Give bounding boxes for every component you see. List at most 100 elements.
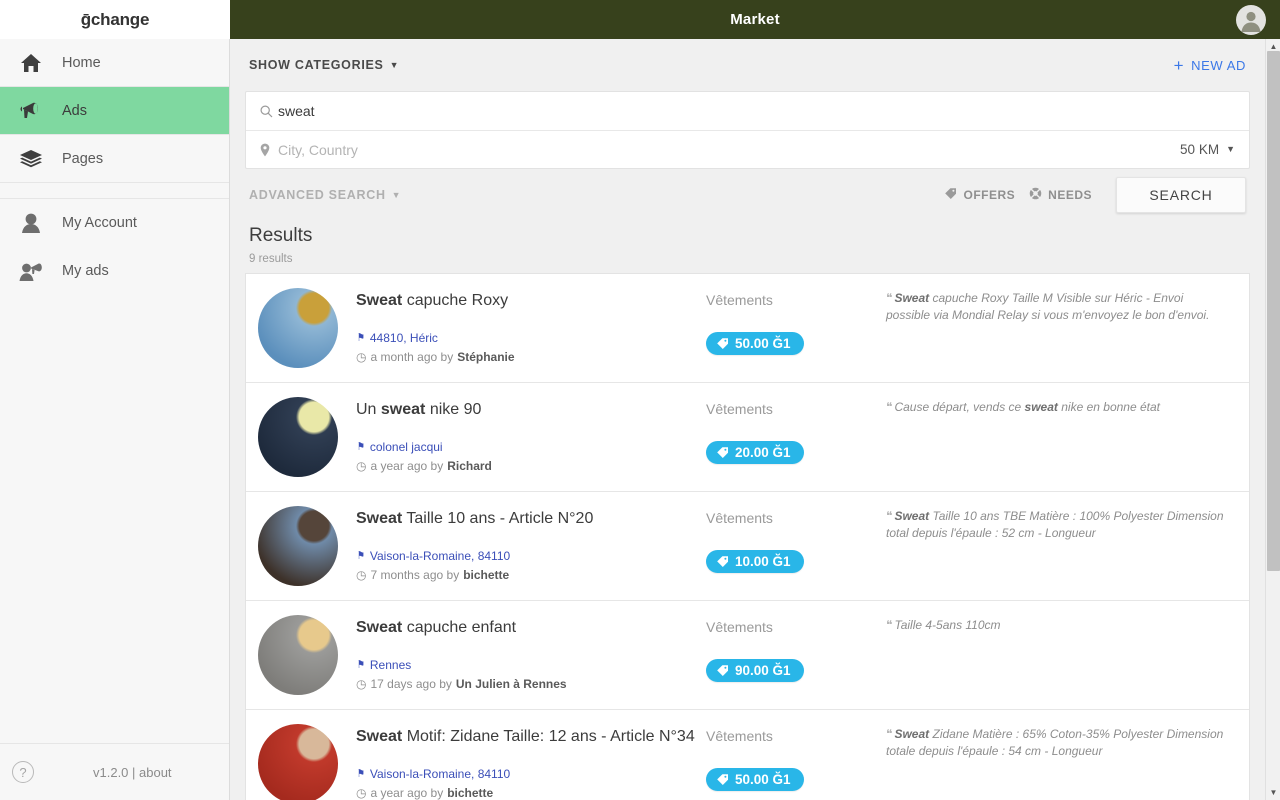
sidebar-item-label: My Account (62, 215, 137, 231)
result-location[interactable]: ⚑ Vaison-la-Romaine, 84110 (356, 547, 706, 566)
result-location[interactable]: ⚑ 44810, Héric (356, 329, 706, 348)
radius-selector[interactable]: 50 KM ▼ (1180, 142, 1235, 157)
result-description: ❝ Sweat capuche Roxy Taille M Visible sur… (886, 291, 1210, 323)
result-title[interactable]: Un sweat nike 90 (356, 399, 706, 420)
sidebar-item-label: Pages (62, 150, 104, 167)
result-main-column: Sweat Motif: Zidane Taille: 12 ans - Art… (356, 724, 706, 800)
quote-icon: ❝ (886, 618, 893, 632)
offers-filter[interactable]: OFFERS (944, 187, 1015, 203)
results-list: Sweat capuche Roxy ⚑ 44810, Héric ◷ a month … (245, 273, 1250, 800)
search-button[interactable]: SEARCH (1116, 177, 1246, 213)
sidebar-item-home[interactable]: Home (0, 39, 229, 87)
scroll-down-arrow[interactable]: ▼ (1266, 785, 1280, 800)
chevron-down-icon: ▼ (389, 59, 400, 70)
result-meta: ⚑ Vaison-la-Romaine, 84110 ◷ 7 months ago b… (356, 547, 706, 584)
home-icon (18, 53, 44, 73)
result-author-label: Richard (447, 458, 492, 473)
avatar[interactable] (1236, 4, 1266, 35)
result-thumbnail[interactable] (258, 724, 338, 800)
result-description: ❝ Taille 4-5ans 110cm (886, 618, 1001, 632)
result-thumbnail[interactable] (258, 288, 338, 368)
result-time: ◷ a year ago by bichette (356, 784, 706, 800)
question-mark-icon[interactable]: ? (12, 761, 34, 783)
result-title[interactable]: Sweat Taille 10 ans - Article N°20 (356, 508, 706, 529)
megaphone-icon (18, 100, 44, 122)
result-time: ◷ a month ago by Stéphanie (356, 348, 706, 367)
sidebar-nav: Home Ads Pages My Account My ads (0, 39, 229, 295)
sidebar-item-my-account[interactable]: My Account (0, 199, 229, 247)
result-thumbnail[interactable] (258, 615, 338, 695)
lifebuoy-icon (1029, 187, 1042, 203)
clock-icon: ◷ (356, 349, 367, 364)
plus-icon: + (1173, 55, 1185, 75)
tag-icon (716, 664, 729, 677)
new-ad-label: NEW AD (1191, 57, 1246, 73)
location-pin-icon: ⚑ (356, 331, 365, 344)
sidebar-item-label: Ads (62, 102, 87, 119)
result-title[interactable]: Sweat capuche Roxy (356, 290, 706, 311)
result-row[interactable]: Sweat Taille 10 ans - Article N°20 ⚑ Vaiso… (246, 492, 1249, 601)
results-heading: Results (249, 225, 313, 246)
result-category: Vêtements (706, 728, 773, 744)
result-location[interactable]: ⚑ Rennes (356, 656, 706, 675)
tag-icon (716, 773, 729, 786)
result-category: Vêtements (706, 619, 773, 635)
result-price-label: 50.00 Ğ1 (735, 772, 791, 787)
result-description: ❝ Sweat Zidane Matière : 65% Coton-35% Po… (886, 727, 1224, 759)
sidebar-item-my-ads[interactable]: My ads (0, 247, 229, 295)
result-price-label: 10.00 Ğ1 (735, 554, 791, 569)
sidebar: Home Ads Pages My Account My ads ? v1.2.… (0, 39, 230, 800)
scrollbar-thumb[interactable] (1267, 51, 1280, 571)
result-thumbnail[interactable] (258, 397, 338, 477)
needs-filter[interactable]: NEEDS (1029, 187, 1092, 203)
result-time-label: 7 months ago by (370, 567, 460, 582)
result-time: ◷ a year ago by Richard (356, 457, 706, 476)
result-description: ❝ Cause départ, vends ce sweat nike en bo… (886, 400, 1160, 414)
app-logo[interactable]: ḡchange (0, 0, 230, 39)
result-location[interactable]: ⚑ Vaison-la-Romaine, 84110 (356, 765, 706, 784)
sidebar-item-ads[interactable]: Ads (0, 87, 229, 135)
search-input[interactable] (278, 103, 1235, 119)
result-category-column: Vêtements 90.00 Ğ1 (706, 615, 886, 682)
result-price-label: 90.00 Ğ1 (735, 663, 791, 678)
result-time-label: a month ago by (370, 349, 454, 364)
result-price-badge: 20.00 Ğ1 (706, 441, 804, 464)
vertical-scrollbar[interactable]: ▲ ▼ (1265, 39, 1280, 800)
result-location-label: Vaison-la-Romaine, 84110 (369, 767, 511, 782)
result-time: ◷ 17 days ago by Un Julien à Rennes (356, 675, 706, 694)
app-version-label[interactable]: v1.2.0 | about (48, 765, 172, 780)
location-pin-icon: ⚑ (356, 440, 365, 453)
new-ad-button[interactable]: + NEW AD (1174, 57, 1246, 74)
filter-bar: ADVANCED SEARCH ▼ OFFERS NEEDS SEARCH (245, 169, 1250, 221)
result-row[interactable]: Un sweat nike 90 ⚑ colonel jacqui ◷ a year a… (246, 383, 1249, 492)
result-category-column: Vêtements 10.00 Ğ1 (706, 506, 886, 573)
result-thumbnail[interactable] (258, 506, 338, 586)
result-location-label: Rennes (369, 658, 412, 673)
location-input[interactable] (278, 141, 1181, 158)
tag-icon (716, 555, 729, 568)
sidebar-item-pages[interactable]: Pages (0, 135, 229, 183)
result-price-label: 50.00 Ğ1 (735, 336, 791, 351)
result-time-label: a year ago by (370, 458, 444, 473)
result-row[interactable]: Sweat capuche enfant ⚑ Rennes ◷ 17 days ago … (246, 601, 1249, 710)
show-categories-label: SHOW CATEGORIES (249, 58, 384, 72)
result-main-column: Sweat capuche enfant ⚑ Rennes ◷ 17 days ago … (356, 615, 706, 693)
result-title[interactable]: Sweat Motif: Zidane Taille: 12 ans - Art… (356, 726, 706, 747)
advanced-search-button[interactable]: ADVANCED SEARCH ▼ (249, 188, 401, 202)
result-row[interactable]: Sweat Motif: Zidane Taille: 12 ans - Art… (246, 710, 1249, 800)
result-meta: ⚑ 44810, Héric ◷ a month ago by Stéphanie (356, 329, 706, 366)
result-row[interactable]: Sweat capuche Roxy ⚑ 44810, Héric ◷ a month … (246, 274, 1249, 383)
result-location[interactable]: ⚑ colonel jacqui (356, 438, 706, 457)
chevron-down-icon: ▼ (1226, 144, 1235, 154)
quote-icon: ❝ (886, 400, 893, 414)
search-query-row (246, 92, 1249, 130)
result-location-label: Vaison-la-Romaine, 84110 (369, 549, 511, 564)
result-main-column: Sweat capuche Roxy ⚑ 44810, Héric ◷ a month … (356, 288, 706, 366)
show-categories-button[interactable]: SHOW CATEGORIES ▼ (249, 58, 399, 72)
top-bar: ḡchange Market (0, 0, 1280, 39)
result-title[interactable]: Sweat capuche enfant (356, 617, 706, 638)
result-category: Vêtements (706, 292, 773, 308)
clock-icon: ◷ (356, 458, 367, 473)
sidebar-item-label: My ads (62, 263, 109, 279)
user-megaphone-icon (18, 260, 44, 282)
